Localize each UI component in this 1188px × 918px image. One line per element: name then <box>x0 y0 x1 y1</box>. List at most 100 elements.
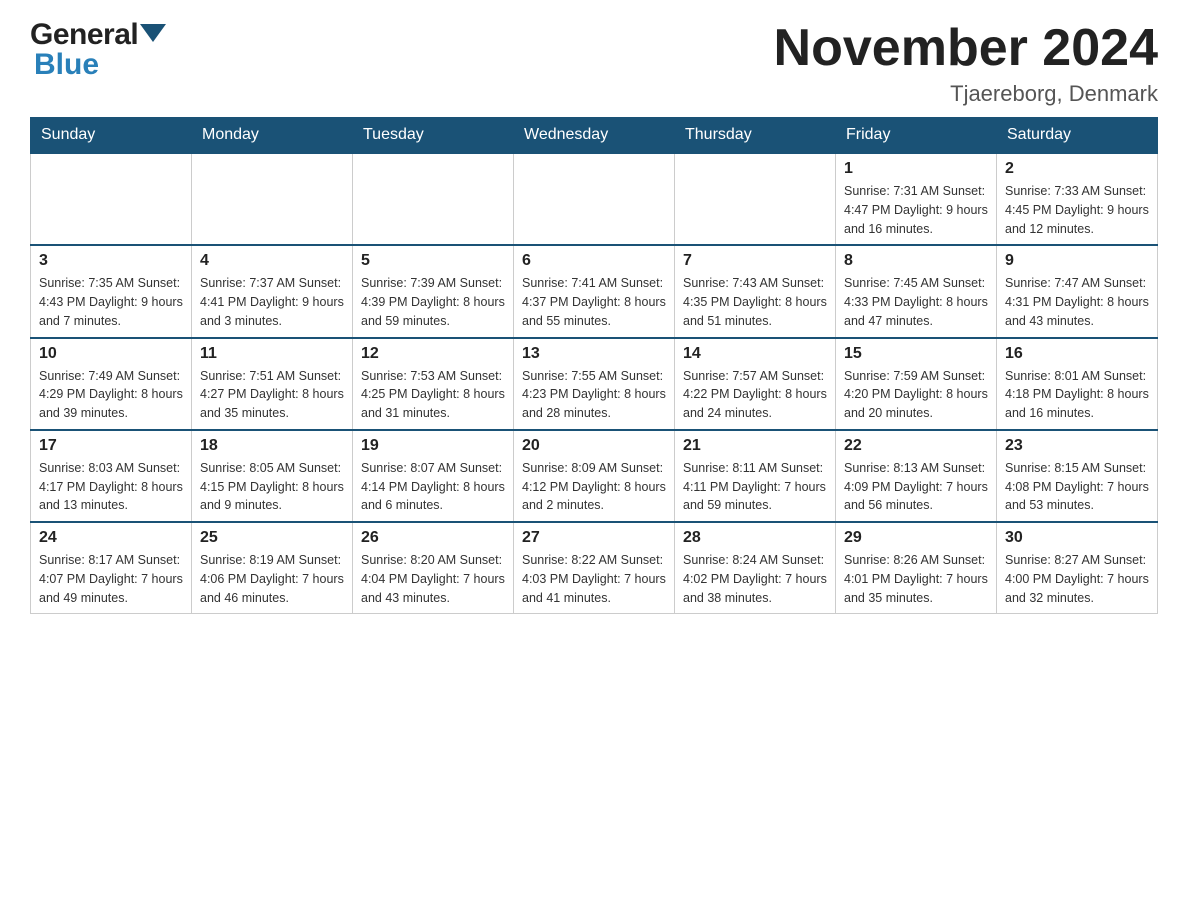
calendar-week-row: 24 Sunrise: 8:17 AM Sunset: 4:07 PM Dayli… <box>31 522 1158 614</box>
calendar-cell: 17 Sunrise: 8:03 AM Sunset: 4:17 PM Dayli… <box>31 430 192 522</box>
calendar-cell: 8 Sunrise: 7:45 AM Sunset: 4:33 PM Daylig… <box>836 245 997 337</box>
day-info: Sunrise: 8:05 AM Sunset: 4:15 PM Dayligh… <box>200 459 344 515</box>
calendar-day-header: Thursday <box>675 118 836 154</box>
calendar-cell: 1 Sunrise: 7:31 AM Sunset: 4:47 PM Daylig… <box>836 153 997 245</box>
calendar-cell: 6 Sunrise: 7:41 AM Sunset: 4:37 PM Daylig… <box>514 245 675 337</box>
day-number: 6 <box>522 252 666 270</box>
calendar-cell: 2Sunrise: 7:33 AM Sunset: 4:45 PM Daylig… <box>997 153 1158 245</box>
day-number: 10 <box>39 345 183 363</box>
day-info: Sunrise: 8:03 AM Sunset: 4:17 PM Dayligh… <box>39 459 183 515</box>
day-info: Sunrise: 7:43 AM Sunset: 4:35 PM Dayligh… <box>683 274 827 330</box>
calendar-cell <box>353 153 514 245</box>
calendar-day-header: Monday <box>192 118 353 154</box>
calendar-cell: 28 Sunrise: 8:24 AM Sunset: 4:02 PM Dayli… <box>675 522 836 614</box>
day-number: 23 <box>1005 437 1149 455</box>
logo-blue-text: Blue <box>34 48 99 81</box>
calendar-cell: 10 Sunrise: 7:49 AM Sunset: 4:29 PM Dayli… <box>31 338 192 430</box>
day-info: Sunrise: 7:49 AM Sunset: 4:29 PM Dayligh… <box>39 367 183 423</box>
day-number: 3 <box>39 252 183 270</box>
calendar-cell: 20Sunrise: 8:09 AM Sunset: 4:12 PM Dayli… <box>514 430 675 522</box>
day-number: 30 <box>1005 529 1149 547</box>
day-number: 16 <box>1005 345 1149 363</box>
calendar-day-header: Wednesday <box>514 118 675 154</box>
calendar-table: SundayMondayTuesdayWednesdayThursdayFrid… <box>30 117 1158 614</box>
day-number: 5 <box>361 252 505 270</box>
day-info: Sunrise: 8:13 AM Sunset: 4:09 PM Dayligh… <box>844 459 988 515</box>
day-number: 18 <box>200 437 344 455</box>
day-number: 17 <box>39 437 183 455</box>
logo-general-text: General <box>30 20 138 50</box>
day-info: Sunrise: 8:20 AM Sunset: 4:04 PM Dayligh… <box>361 551 505 607</box>
calendar-day-header: Tuesday <box>353 118 514 154</box>
day-info: Sunrise: 7:39 AM Sunset: 4:39 PM Dayligh… <box>361 274 505 330</box>
calendar-cell: 29 Sunrise: 8:26 AM Sunset: 4:01 PM Dayli… <box>836 522 997 614</box>
calendar-week-row: 1 Sunrise: 7:31 AM Sunset: 4:47 PM Daylig… <box>31 153 1158 245</box>
day-number: 19 <box>361 437 505 455</box>
calendar-cell <box>675 153 836 245</box>
calendar-cell: 23Sunrise: 8:15 AM Sunset: 4:08 PM Dayli… <box>997 430 1158 522</box>
calendar-cell: 21Sunrise: 8:11 AM Sunset: 4:11 PM Dayli… <box>675 430 836 522</box>
day-info: Sunrise: 8:22 AM Sunset: 4:03 PM Dayligh… <box>522 551 666 607</box>
calendar-cell: 25 Sunrise: 8:19 AM Sunset: 4:06 PM Dayli… <box>192 522 353 614</box>
day-info: Sunrise: 7:59 AM Sunset: 4:20 PM Dayligh… <box>844 367 988 423</box>
day-number: 24 <box>39 529 183 547</box>
day-info: Sunrise: 7:55 AM Sunset: 4:23 PM Dayligh… <box>522 367 666 423</box>
calendar-cell: 27Sunrise: 8:22 AM Sunset: 4:03 PM Dayli… <box>514 522 675 614</box>
calendar-week-row: 17 Sunrise: 8:03 AM Sunset: 4:17 PM Dayli… <box>31 430 1158 522</box>
day-number: 22 <box>844 437 988 455</box>
day-info: Sunrise: 7:31 AM Sunset: 4:47 PM Dayligh… <box>844 182 988 238</box>
day-info: Sunrise: 8:17 AM Sunset: 4:07 PM Dayligh… <box>39 551 183 607</box>
calendar-cell: 26 Sunrise: 8:20 AM Sunset: 4:04 PM Dayli… <box>353 522 514 614</box>
day-number: 1 <box>844 160 988 178</box>
calendar-cell <box>31 153 192 245</box>
day-info: Sunrise: 8:27 AM Sunset: 4:00 PM Dayligh… <box>1005 551 1149 607</box>
day-number: 12 <box>361 345 505 363</box>
calendar-cell: 14Sunrise: 7:57 AM Sunset: 4:22 PM Dayli… <box>675 338 836 430</box>
day-info: Sunrise: 7:33 AM Sunset: 4:45 PM Dayligh… <box>1005 182 1149 238</box>
day-info: Sunrise: 7:51 AM Sunset: 4:27 PM Dayligh… <box>200 367 344 423</box>
day-info: Sunrise: 7:37 AM Sunset: 4:41 PM Dayligh… <box>200 274 344 330</box>
location: Tjaereborg, Denmark <box>774 81 1158 107</box>
day-info: Sunrise: 8:19 AM Sunset: 4:06 PM Dayligh… <box>200 551 344 607</box>
day-number: 25 <box>200 529 344 547</box>
day-info: Sunrise: 7:47 AM Sunset: 4:31 PM Dayligh… <box>1005 274 1149 330</box>
day-info: Sunrise: 7:53 AM Sunset: 4:25 PM Dayligh… <box>361 367 505 423</box>
calendar-cell: 19 Sunrise: 8:07 AM Sunset: 4:14 PM Dayli… <box>353 430 514 522</box>
day-info: Sunrise: 8:26 AM Sunset: 4:01 PM Dayligh… <box>844 551 988 607</box>
day-info: Sunrise: 7:45 AM Sunset: 4:33 PM Dayligh… <box>844 274 988 330</box>
day-info: Sunrise: 7:41 AM Sunset: 4:37 PM Dayligh… <box>522 274 666 330</box>
calendar-cell: 11Sunrise: 7:51 AM Sunset: 4:27 PM Dayli… <box>192 338 353 430</box>
day-number: 8 <box>844 252 988 270</box>
calendar-cell: 12 Sunrise: 7:53 AM Sunset: 4:25 PM Dayli… <box>353 338 514 430</box>
logo: General Blue <box>30 20 166 80</box>
day-number: 26 <box>361 529 505 547</box>
day-number: 9 <box>1005 252 1149 270</box>
calendar-cell: 13 Sunrise: 7:55 AM Sunset: 4:23 PM Dayli… <box>514 338 675 430</box>
day-number: 14 <box>683 345 827 363</box>
day-info: Sunrise: 8:09 AM Sunset: 4:12 PM Dayligh… <box>522 459 666 515</box>
title-section: November 2024 Tjaereborg, Denmark <box>774 20 1158 107</box>
calendar-cell: 24 Sunrise: 8:17 AM Sunset: 4:07 PM Dayli… <box>31 522 192 614</box>
calendar-cell: 7 Sunrise: 7:43 AM Sunset: 4:35 PM Daylig… <box>675 245 836 337</box>
day-number: 4 <box>200 252 344 270</box>
month-title: November 2024 <box>774 20 1158 77</box>
calendar-cell: 15Sunrise: 7:59 AM Sunset: 4:20 PM Dayli… <box>836 338 997 430</box>
calendar-cell: 18 Sunrise: 8:05 AM Sunset: 4:15 PM Dayli… <box>192 430 353 522</box>
day-number: 21 <box>683 437 827 455</box>
day-number: 13 <box>522 345 666 363</box>
calendar-cell <box>514 153 675 245</box>
calendar-cell: 30 Sunrise: 8:27 AM Sunset: 4:00 PM Dayli… <box>997 522 1158 614</box>
day-info: Sunrise: 7:35 AM Sunset: 4:43 PM Dayligh… <box>39 274 183 330</box>
day-number: 29 <box>844 529 988 547</box>
day-info: Sunrise: 8:24 AM Sunset: 4:02 PM Dayligh… <box>683 551 827 607</box>
day-number: 7 <box>683 252 827 270</box>
day-info: Sunrise: 8:07 AM Sunset: 4:14 PM Dayligh… <box>361 459 505 515</box>
calendar-cell: 3 Sunrise: 7:35 AM Sunset: 4:43 PM Daylig… <box>31 245 192 337</box>
calendar-cell: 5 Sunrise: 7:39 AM Sunset: 4:39 PM Daylig… <box>353 245 514 337</box>
calendar-day-header: Sunday <box>31 118 192 154</box>
calendar-day-header: Saturday <box>997 118 1158 154</box>
calendar-cell: 22 Sunrise: 8:13 AM Sunset: 4:09 PM Dayli… <box>836 430 997 522</box>
day-info: Sunrise: 8:01 AM Sunset: 4:18 PM Dayligh… <box>1005 367 1149 423</box>
day-number: 28 <box>683 529 827 547</box>
calendar-day-header: Friday <box>836 118 997 154</box>
